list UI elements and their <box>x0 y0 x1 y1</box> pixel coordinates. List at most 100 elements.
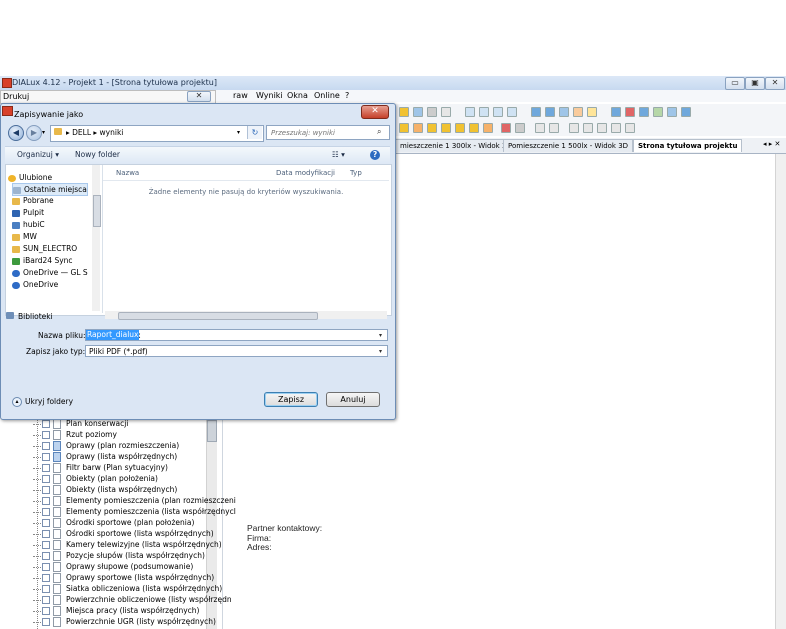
restore-button[interactable]: ▣ <box>745 77 765 90</box>
checkbox[interactable] <box>42 530 50 538</box>
tree-item[interactable]: Oprawy słupowe (podsumowanie) <box>33 561 193 572</box>
new-folder-button[interactable]: Nowy folder <box>75 150 120 159</box>
tool-icon[interactable] <box>611 107 621 117</box>
tree-item[interactable]: Powierzchnie obliczeniowe (listy współrz… <box>33 594 232 605</box>
tree-item[interactable]: Powierzchnie UGR (listy współrzędnych) <box>33 616 216 627</box>
nav-item[interactable]: MW <box>12 231 37 242</box>
tool-icon[interactable] <box>469 123 479 133</box>
tool-icon[interactable] <box>465 107 475 117</box>
nav-item[interactable]: OneDrive — GL S <box>12 267 88 278</box>
document-scrollbar[interactable] <box>775 154 786 629</box>
tool-icon[interactable] <box>441 107 451 117</box>
history-dropdown-icon[interactable]: ▾ <box>42 129 45 136</box>
tree-item[interactable]: Ośrodki sportowe (plan położenia) <box>33 517 194 528</box>
checkbox[interactable] <box>42 420 50 428</box>
tool-icon[interactable] <box>479 107 489 117</box>
checkbox[interactable] <box>42 475 50 483</box>
menu-item-help[interactable]: ? <box>345 91 349 100</box>
checkbox[interactable] <box>42 497 50 505</box>
tree-item[interactable]: Obiekty (plan położenia) <box>33 473 158 484</box>
tool-icon[interactable] <box>559 107 569 117</box>
tree-item[interactable]: Rzut poziomy <box>33 429 117 440</box>
tool-icon[interactable] <box>515 123 525 133</box>
save-type-dropdown-icon[interactable]: ▾ <box>379 348 382 355</box>
nav-item[interactable]: OneDrive <box>12 279 58 290</box>
close-button[interactable]: ✕ <box>765 77 785 90</box>
checkbox[interactable] <box>42 519 50 527</box>
tool-icon[interactable] <box>507 107 517 117</box>
nav-item[interactable]: hubiC <box>12 219 45 230</box>
menu-item-results[interactable]: Wyniki <box>256 91 283 100</box>
tool-icon[interactable] <box>549 123 559 133</box>
tool-icon[interactable] <box>427 107 437 117</box>
address-dropdown-icon[interactable]: ▾ <box>237 129 240 136</box>
tool-icon[interactable] <box>653 107 663 117</box>
navigation-scrollbar[interactable] <box>92 165 100 311</box>
print-window-close-button[interactable]: ✕ <box>187 91 211 102</box>
tool-icon[interactable] <box>625 107 635 117</box>
menu-item-online[interactable]: Online <box>314 91 340 100</box>
forward-button[interactable]: ▶ <box>26 125 42 141</box>
refresh-icon[interactable]: ↻ <box>247 126 262 139</box>
tool-icon[interactable] <box>597 123 607 133</box>
tool-icon[interactable] <box>535 123 545 133</box>
tool-icon[interactable] <box>573 107 583 117</box>
minimize-button[interactable]: ▭ <box>725 77 745 90</box>
tool-icon[interactable] <box>399 123 409 133</box>
nav-item[interactable]: Ulubione <box>8 172 52 183</box>
tool-icon[interactable] <box>681 107 691 117</box>
column-type[interactable]: Typ <box>350 169 362 177</box>
checkbox[interactable] <box>42 453 50 461</box>
navigation-scrollbar-thumb[interactable] <box>93 195 101 227</box>
tool-icon[interactable] <box>569 123 579 133</box>
tool-icon[interactable] <box>501 123 511 133</box>
view-options-icon[interactable]: ☷ ▾ <box>332 150 345 159</box>
hide-folders-toggle[interactable]: ▴ Ukryj foldery <box>12 397 73 407</box>
search-icon[interactable]: ⌕ <box>377 127 381 137</box>
tree-item[interactable]: Oprawy (plan rozmieszczenia) <box>33 440 179 451</box>
tool-icon[interactable] <box>531 107 541 117</box>
tool-icon[interactable] <box>667 107 677 117</box>
tree-item[interactable]: Pozycje słupów (lista współrzędnych) <box>33 550 205 561</box>
column-name[interactable]: Nazwa <box>116 169 139 177</box>
tree-item[interactable]: Filtr barw (Plan sytuacyjny) <box>33 462 168 473</box>
tool-icon[interactable] <box>427 123 437 133</box>
tool-icon[interactable] <box>483 123 493 133</box>
checkbox[interactable] <box>42 541 50 549</box>
checkbox[interactable] <box>42 552 50 560</box>
tree-item[interactable]: Obiekty (lista współrzędnych) <box>33 484 177 495</box>
organize-menu[interactable]: Organizuj ▾ <box>17 150 59 159</box>
search-input[interactable] <box>266 125 390 140</box>
checkbox[interactable] <box>42 618 50 626</box>
tool-icon[interactable] <box>441 123 451 133</box>
checkbox[interactable] <box>42 596 50 604</box>
tool-icon[interactable] <box>611 123 621 133</box>
file-name-dropdown-icon[interactable]: ▾ <box>379 332 382 339</box>
menu-item-windows[interactable]: Okna <box>287 91 308 100</box>
checkbox[interactable] <box>42 431 50 439</box>
tool-icon[interactable] <box>583 123 593 133</box>
tree-item[interactable]: Oprawy sportowe (lista współrzędnych) <box>33 572 214 583</box>
nav-item[interactable]: Pobrane <box>12 195 54 206</box>
help-icon[interactable]: ? <box>370 150 380 160</box>
back-button[interactable]: ◀ <box>8 125 24 141</box>
tree-item[interactable]: Elementy pomieszczenia (plan rozmieszcze… <box>33 495 236 506</box>
tool-icon[interactable] <box>587 107 597 117</box>
tree-scrollbar-thumb[interactable] <box>207 420 217 442</box>
tool-icon[interactable] <box>625 123 635 133</box>
checkbox[interactable] <box>42 442 50 450</box>
checkbox[interactable] <box>42 563 50 571</box>
cancel-button[interactable]: Anuluj <box>326 392 380 407</box>
tab-navigation-icon[interactable]: ◂ ▸ ✕ <box>763 140 780 148</box>
tab-project-title-page[interactable]: Strona tytułowa projektu <box>633 139 743 152</box>
nav-item[interactable]: SUN_ELECTRO <box>12 243 77 254</box>
tool-icon[interactable] <box>399 107 409 117</box>
checkbox[interactable] <box>42 607 50 615</box>
tool-icon[interactable] <box>455 123 465 133</box>
tool-icon[interactable] <box>413 107 423 117</box>
checkbox[interactable] <box>42 464 50 472</box>
tree-item[interactable]: Siatka obliczeniowa (lista współrzędnych… <box>33 583 222 594</box>
column-modified[interactable]: Data modyfikacji <box>276 169 335 177</box>
tab-room1-300lx-3d[interactable]: mieszczenie 1 300lx - Widok 3D <box>395 139 517 152</box>
nav-item[interactable]: iBard24 Sync <box>12 255 73 266</box>
